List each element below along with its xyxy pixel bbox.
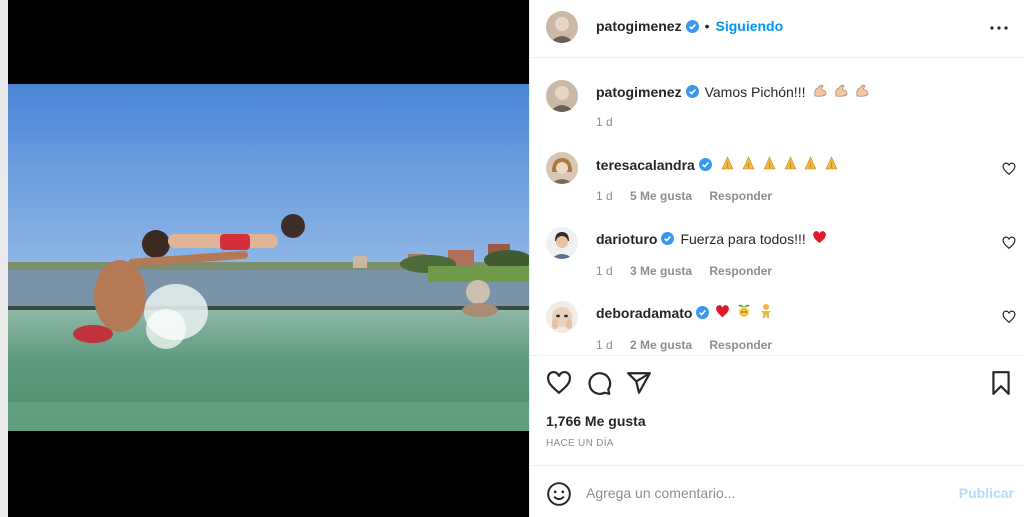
comment-composer: Publicar	[530, 465, 1024, 517]
comment-time: 1 d	[596, 264, 613, 278]
author-username[interactable]: patogimenez	[596, 18, 682, 34]
caption-avatar[interactable]	[546, 80, 578, 112]
comment-like-heart-icon[interactable]	[1002, 310, 1016, 324]
verified-badge-icon	[698, 158, 712, 171]
comment-like-count[interactable]: 2 Me gusta	[630, 338, 692, 352]
post-actions-bar	[530, 356, 1024, 412]
publish-button[interactable]: Publicar	[959, 485, 1014, 501]
flexed-biceps-icon	[813, 83, 828, 101]
comment-input[interactable]	[586, 482, 946, 504]
verified-badge-icon	[685, 85, 699, 98]
comments-list[interactable]: patogimenez Vamos Pichón!!! 1 d teresaca…	[530, 58, 1024, 356]
more-options-icon[interactable]	[988, 17, 1010, 39]
heart-icon[interactable]	[546, 370, 572, 396]
comment-like-heart-icon[interactable]	[1002, 236, 1016, 250]
comment-text-line: teresacalandra	[596, 155, 839, 174]
author-avatar[interactable]	[546, 11, 578, 43]
verified-badge-icon	[696, 306, 710, 319]
sprout-face-icon	[736, 303, 752, 322]
red-heart-icon	[715, 304, 730, 322]
reply-button[interactable]: Responder	[709, 338, 772, 352]
post-timestamp[interactable]: HACE UN DÍA	[546, 438, 614, 449]
comment-body: Fuerza para todos!!!	[680, 230, 806, 247]
comment-time: 1 d	[596, 338, 613, 352]
folded-hands-icon	[824, 156, 839, 174]
post-side-panel: patogimenez • Siguiendo patogimenez Vamo…	[529, 0, 1024, 517]
smiley-icon[interactable]	[546, 481, 572, 507]
page-background-strip	[0, 0, 8, 517]
comment-icon[interactable]	[586, 370, 612, 396]
reply-button[interactable]: Responder	[709, 264, 772, 278]
caption-time: 1 d	[596, 115, 613, 129]
comment-meta: 1 d 3 Me gusta Responder	[596, 264, 786, 278]
commenter-avatar[interactable]	[546, 301, 578, 333]
folded-hands-icon	[803, 156, 818, 174]
reply-button[interactable]: Responder	[709, 189, 772, 203]
comment-like-count[interactable]: 5 Me gusta	[630, 189, 692, 203]
caption-body: Vamos Pichón!!!	[704, 83, 806, 100]
comment-text-line: darioturo Fuerza para todos!!!	[596, 229, 827, 248]
folded-hands-icon	[762, 156, 777, 174]
commenter-avatar[interactable]	[546, 152, 578, 184]
caption-text-line: patogimenez Vamos Pichón!!!	[596, 82, 870, 101]
header-line: patogimenez • Siguiendo	[596, 18, 783, 34]
following-button[interactable]: Siguiendo	[715, 18, 783, 34]
yellow-figure-icon	[758, 303, 774, 322]
comment-like-heart-icon[interactable]	[1002, 162, 1016, 176]
header-separator: •	[704, 18, 710, 34]
paper-plane-icon[interactable]	[626, 370, 652, 396]
verified-badge-icon	[685, 19, 699, 33]
verified-badge-icon	[661, 232, 675, 245]
post-media-pane	[8, 0, 529, 517]
folded-hands-icon	[783, 156, 798, 174]
red-heart-icon	[812, 230, 827, 248]
caption-meta: 1 d	[596, 115, 627, 129]
comment-meta: 1 d 2 Me gusta Responder	[596, 338, 786, 352]
post-photo[interactable]	[8, 84, 529, 431]
bookmark-icon[interactable]	[988, 370, 1014, 396]
commenter-username[interactable]: teresacalandra	[596, 157, 695, 173]
post-header: patogimenez • Siguiendo	[530, 0, 1024, 58]
caption-username[interactable]: patogimenez	[596, 84, 682, 100]
commenter-avatar[interactable]	[546, 227, 578, 259]
flexed-biceps-icon	[834, 83, 849, 101]
caption-emoji-group	[811, 82, 870, 101]
comment-emoji-group	[713, 303, 774, 322]
flexed-biceps-icon	[855, 83, 870, 101]
like-count[interactable]: 1,766 Me gusta	[546, 413, 646, 429]
comment-time: 1 d	[596, 189, 613, 203]
comment-emoji-group	[718, 155, 839, 174]
comment-meta: 1 d 5 Me gusta Responder	[596, 189, 786, 203]
commenter-username[interactable]: deboradamato	[596, 305, 692, 321]
folded-hands-icon	[720, 156, 735, 174]
folded-hands-icon	[741, 156, 756, 174]
comment-emoji-group	[810, 229, 827, 248]
comment-like-count[interactable]: 3 Me gusta	[630, 264, 692, 278]
commenter-username[interactable]: darioturo	[596, 231, 657, 247]
comment-text-line: deboradamato	[596, 303, 774, 322]
